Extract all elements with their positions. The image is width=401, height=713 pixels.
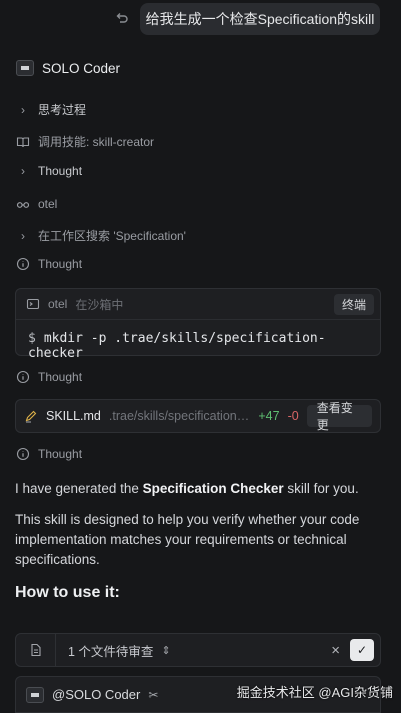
thought-label: Thought bbox=[38, 447, 83, 461]
solo-coder-icon bbox=[26, 686, 44, 703]
thought-label: Thought bbox=[38, 164, 83, 178]
file-name: SKILL.md bbox=[46, 409, 101, 423]
undo-icon[interactable] bbox=[114, 10, 130, 26]
terminal-card: otel 在沙箱中 终端 $ mkdir -p .trae/skills/spec… bbox=[15, 288, 381, 361]
watermark: 掘金技术社区 @AGI杂货铺 bbox=[236, 685, 393, 700]
skill-call-step[interactable]: 调用技能: skill-creator bbox=[16, 133, 154, 150]
otel-step[interactable]: otel bbox=[16, 197, 57, 211]
solo-coder-icon bbox=[16, 60, 34, 76]
agent-header: SOLO Coder bbox=[16, 60, 120, 76]
close-icon[interactable]: × bbox=[331, 642, 340, 659]
thinking-toggle[interactable]: › 思考过程 bbox=[16, 101, 86, 118]
pending-review-label: 1 个文件待审查 bbox=[68, 644, 154, 659]
section-heading: How to use it: bbox=[15, 584, 120, 601]
info-icon bbox=[16, 370, 30, 384]
thought-step: Thought bbox=[16, 370, 82, 384]
response-paragraph-2: This skill is designed to help you verif… bbox=[15, 512, 360, 567]
thought-step: Thought bbox=[16, 257, 82, 271]
agent-mention: @SOLO Coder bbox=[52, 687, 141, 702]
thought-label: Thought bbox=[38, 257, 83, 271]
edit-icon bbox=[24, 409, 38, 423]
agent-name: SOLO Coder bbox=[42, 60, 121, 76]
user-message: 给我生成一个检查Specification的skill bbox=[140, 3, 380, 35]
glasses-icon bbox=[16, 197, 30, 211]
thought-label: Thought bbox=[38, 370, 83, 384]
chevron-right-icon: › bbox=[21, 102, 25, 117]
text: I have generated the bbox=[15, 481, 143, 496]
file-path: .trae/skills/specification-... bbox=[108, 409, 251, 423]
response-paragraph-1: I have generated the Specification Check… bbox=[15, 479, 375, 499]
text: skill for you. bbox=[283, 481, 359, 496]
updown-chevron-icon: ⇕ bbox=[161, 644, 171, 657]
file-change-card[interactable]: SKILL.md .trae/skills/specification-... … bbox=[15, 399, 381, 433]
lines-removed: -0 bbox=[287, 409, 299, 423]
tools-icon[interactable]: ✂ bbox=[148, 688, 158, 702]
terminal-name: otel bbox=[48, 297, 68, 311]
skill-name: Specification Checker bbox=[142, 481, 284, 496]
lines-added: +47 bbox=[258, 409, 280, 423]
prompt-symbol: $ bbox=[28, 331, 36, 346]
thought-toggle[interactable]: › Thought bbox=[16, 164, 82, 178]
chevron-right-icon: › bbox=[21, 228, 25, 243]
skill-call-label: 调用技能: skill-creator bbox=[38, 135, 155, 149]
chevron-right-icon: › bbox=[21, 164, 25, 178]
search-step[interactable]: › 在工作区搜索 'Specification' bbox=[16, 227, 186, 244]
terminal-status: 在沙箱中 bbox=[75, 297, 124, 312]
pending-review-dropdown[interactable]: 1 个文件待审查 ⇕ bbox=[68, 641, 171, 660]
otel-label: otel bbox=[38, 197, 58, 211]
terminal-command: $ mkdir -p .trae/skills/specification-che… bbox=[28, 331, 380, 361]
document-icon[interactable] bbox=[16, 634, 56, 666]
search-label: 在工作区搜索 'Specification' bbox=[38, 229, 186, 243]
thought-step: Thought bbox=[16, 447, 82, 461]
info-icon bbox=[16, 257, 30, 271]
terminal-header: otel 在沙箱中 终端 bbox=[16, 289, 380, 320]
review-bar: 1 个文件待审查 ⇕ × ✓ bbox=[15, 633, 381, 667]
open-terminal-button[interactable]: 终端 bbox=[333, 294, 374, 315]
view-changes-button[interactable]: 查看变更 bbox=[306, 401, 372, 432]
accept-button[interactable]: ✓ bbox=[350, 639, 374, 661]
book-icon bbox=[16, 135, 30, 149]
command-text: mkdir -p .trae/skills/specification-chec… bbox=[28, 331, 326, 361]
info-icon bbox=[16, 447, 30, 461]
terminal-icon bbox=[26, 297, 40, 311]
thinking-label: 思考过程 bbox=[38, 103, 87, 117]
